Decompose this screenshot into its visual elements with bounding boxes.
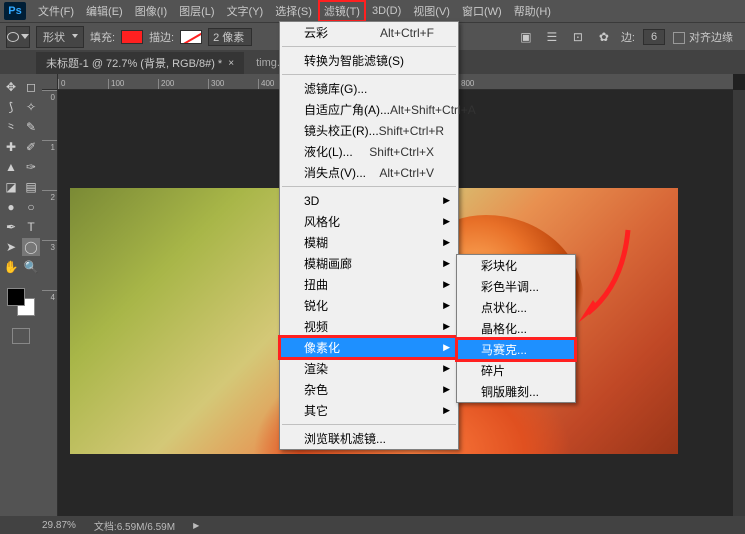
menu-item-render[interactable]: 渲染▶	[280, 358, 458, 379]
blur-tool[interactable]: ●	[2, 198, 20, 216]
hand-tool[interactable]: ✋	[2, 258, 20, 276]
pen-tool[interactable]: ✒	[2, 218, 20, 236]
edge-value[interactable]: 6	[643, 29, 665, 45]
menu-image[interactable]: 图像(I)	[129, 0, 173, 22]
color-swatches[interactable]	[7, 288, 35, 316]
menu-view[interactable]: 视图(V)	[407, 0, 456, 22]
marquee-tool[interactable]: ◻	[22, 78, 40, 96]
menu-3d[interactable]: 3D(D)	[366, 0, 407, 22]
fill-label: 填充:	[90, 29, 115, 45]
menu-file[interactable]: 文件(F)	[32, 0, 80, 22]
submenu-pointillize[interactable]: 点状化...	[457, 297, 575, 318]
menu-item-noise[interactable]: 杂色▶	[280, 379, 458, 400]
align-edges-checkbox[interactable]: 对齐边缘	[673, 29, 733, 45]
tab-active[interactable]: 未标题-1 @ 72.7% (背景, RGB/8#) *×	[36, 52, 244, 74]
status-bar: 29.87% 文档:6.59M/6.59M ▶	[0, 516, 745, 534]
menu-item-blur[interactable]: 模糊▶	[280, 232, 458, 253]
menu-item-distort[interactable]: 扭曲▶	[280, 274, 458, 295]
submenu-fragment[interactable]: 碎片	[457, 360, 575, 381]
path-ops-icon[interactable]: ▣	[517, 29, 535, 45]
menu-window[interactable]: 窗口(W)	[456, 0, 508, 22]
align-icon[interactable]: ☰	[543, 29, 561, 45]
zoom-level[interactable]: 29.87%	[42, 520, 76, 531]
menu-item-recent[interactable]: 云彩Alt+Ctrl+F	[280, 22, 458, 43]
eraser-tool[interactable]: ◪	[2, 178, 20, 196]
type-tool[interactable]: T	[22, 218, 40, 236]
submenu-halftone[interactable]: 彩色半调...	[457, 276, 575, 297]
ruler-corner	[42, 74, 58, 90]
history-brush-tool[interactable]: ✑	[22, 158, 40, 176]
menu-item-other[interactable]: 其它▶	[280, 400, 458, 421]
shape-mode-dropdown[interactable]: 形状	[36, 26, 84, 48]
dodge-tool[interactable]: ○	[22, 198, 40, 216]
menu-item-browse[interactable]: 浏览联机滤镜...	[280, 428, 458, 449]
menu-item-video[interactable]: 视频▶	[280, 316, 458, 337]
submenu-mezzotint[interactable]: 铜版雕刻...	[457, 381, 575, 402]
menu-item-stylize[interactable]: 风格化▶	[280, 211, 458, 232]
heal-tool[interactable]: ✚	[2, 138, 20, 156]
fill-swatch[interactable]	[121, 30, 143, 44]
pixelate-submenu: 彩块化 彩色半调... 点状化... 晶格化... 马赛克... 碎片 铜版雕刻…	[456, 254, 576, 403]
brush-tool[interactable]: ✐	[22, 138, 40, 156]
menu-help[interactable]: 帮助(H)	[508, 0, 557, 22]
menu-item-gallery[interactable]: 滤镜库(G)...	[280, 78, 458, 99]
move-tool[interactable]: ✥	[2, 78, 20, 96]
stroke-label: 描边:	[149, 29, 174, 45]
app-logo: Ps	[4, 2, 26, 20]
menu-item-blurgallery[interactable]: 模糊画廊▶	[280, 253, 458, 274]
crop-tool[interactable]: ⺀	[2, 118, 20, 136]
eyedropper-tool[interactable]: ✎	[22, 118, 40, 136]
submenu-crystallize[interactable]: 晶格化...	[457, 318, 575, 339]
quick-mask-toggle[interactable]	[12, 328, 30, 344]
filter-menu-panel: 云彩Alt+Ctrl+F 转换为智能滤镜(S) 滤镜库(G)... 自适应广角(…	[279, 21, 459, 450]
wand-tool[interactable]: ✧	[22, 98, 40, 116]
close-icon[interactable]: ×	[228, 58, 234, 69]
stroke-width-input[interactable]	[208, 28, 252, 46]
menu-filter[interactable]: 滤镜(T)	[318, 0, 366, 22]
submenu-mosaic[interactable]: 马赛克...	[457, 339, 575, 360]
menu-type[interactable]: 文字(Y)	[221, 0, 270, 22]
zoom-tool[interactable]: 🔍	[22, 258, 40, 276]
shape-tool[interactable]: ◯	[22, 238, 40, 256]
menu-item-liquify[interactable]: 液化(L)...Shift+Ctrl+X	[280, 141, 458, 162]
arrange-icon[interactable]: ⊡	[569, 29, 587, 45]
menu-item-pixelate[interactable]: 像素化▶	[280, 337, 458, 358]
path-select-tool[interactable]: ➤	[2, 238, 20, 256]
menu-item-lens[interactable]: 镜头校正(R)...Shift+Ctrl+R	[280, 120, 458, 141]
scrollbar-vertical[interactable]	[733, 90, 745, 516]
submenu-facet[interactable]: 彩块化	[457, 255, 575, 276]
menu-item-sharpen[interactable]: 锐化▶	[280, 295, 458, 316]
menu-item-smart[interactable]: 转换为智能滤镜(S)	[280, 50, 458, 71]
menu-layer[interactable]: 图层(L)	[173, 0, 220, 22]
doc-size: 文档:6.59M/6.59M	[94, 518, 175, 533]
edge-label: 边:	[621, 29, 635, 45]
menubar: Ps 文件(F) 编辑(E) 图像(I) 图层(L) 文字(Y) 选择(S) 滤…	[0, 0, 745, 22]
lasso-tool[interactable]: ⟆	[2, 98, 20, 116]
gradient-tool[interactable]: ▤	[22, 178, 40, 196]
menu-item-adaptive[interactable]: 自适应广角(A)...Alt+Shift+Ctrl+A	[280, 99, 458, 120]
menu-item-3d[interactable]: 3D▶	[280, 190, 458, 211]
gear-icon[interactable]: ✿	[595, 29, 613, 45]
stamp-tool[interactable]: ▲	[2, 158, 20, 176]
menu-item-vanish[interactable]: 消失点(V)...Alt+Ctrl+V	[280, 162, 458, 183]
ruler-vertical: 01234	[42, 90, 58, 516]
menu-edit[interactable]: 编辑(E)	[80, 0, 129, 22]
menu-select[interactable]: 选择(S)	[269, 0, 318, 22]
tool-preset[interactable]	[6, 26, 30, 48]
stroke-swatch[interactable]	[180, 30, 202, 44]
toolbox: ✥◻ ⟆✧ ⺀✎ ✚✐ ▲✑ ◪▤ ●○ ✒T ➤◯ ✋🔍	[0, 74, 42, 516]
status-menu-icon[interactable]: ▶	[193, 521, 199, 530]
